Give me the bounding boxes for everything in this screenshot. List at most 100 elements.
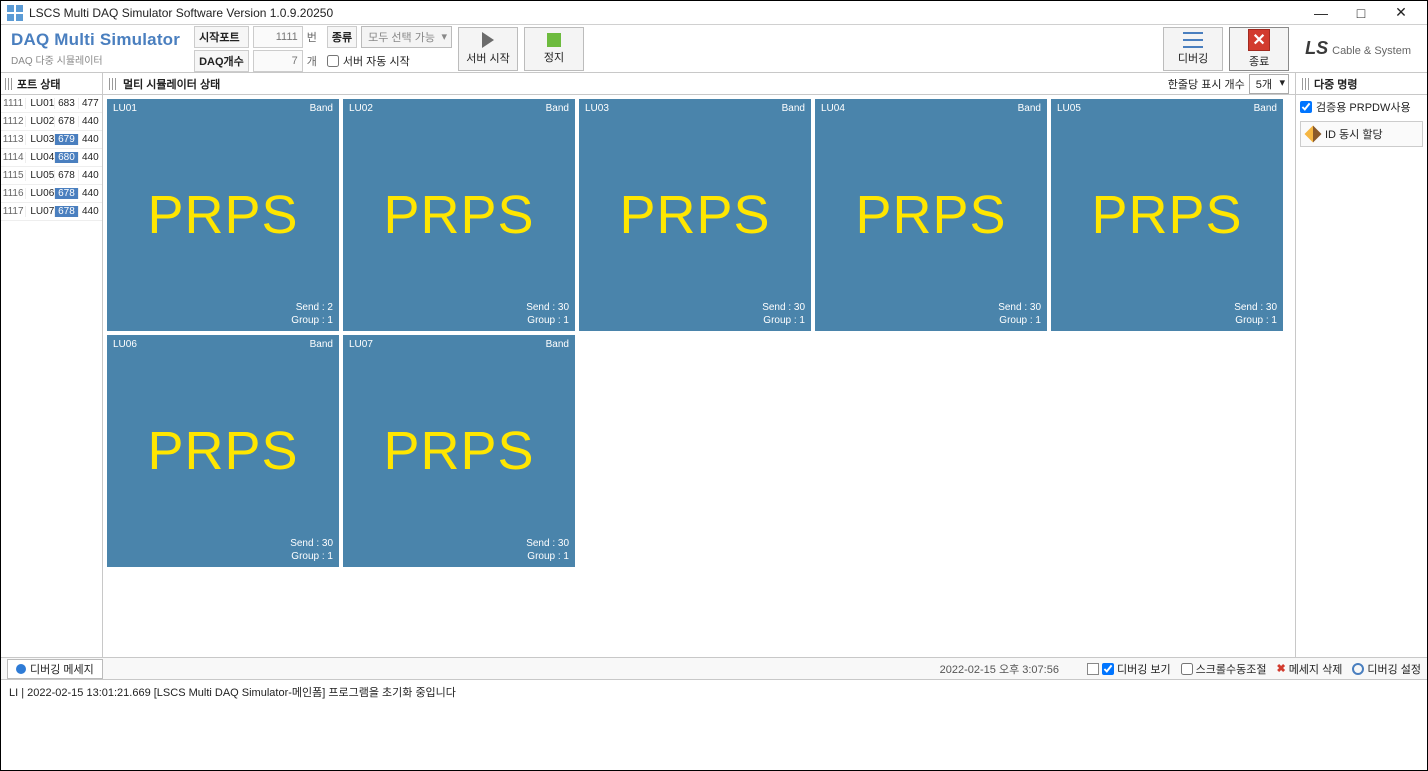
debug-settings-button[interactable]: 디버깅 설정: [1352, 661, 1421, 677]
title-bar: LSCS Multi DAQ Simulator Software Versio…: [1, 1, 1427, 25]
debug-show-checkbox[interactable]: [1102, 663, 1114, 675]
port-val1: 678: [55, 188, 78, 199]
debug-scroll-check[interactable]: 스크롤수동조절: [1181, 661, 1267, 677]
tile-band: Band: [310, 103, 333, 114]
debug-log[interactable]: LI | 2022-02-15 13:01:21.669 [LSCS Multi…: [1, 680, 1427, 770]
port-row[interactable]: 1112LU02678440: [1, 113, 102, 131]
use-prpdw-checkbox[interactable]: [1300, 101, 1312, 113]
simulator-tile[interactable]: LU05BandPRPSSend : 30Group : 1: [1051, 99, 1283, 331]
sim-status-header: 멀티 시뮬레이터 상태 한줄당 표시 개수 5개: [103, 73, 1295, 94]
server-autostart-check[interactable]: 서버 자동 시작: [327, 53, 452, 69]
play-icon: [482, 32, 494, 48]
delete-icon: ✖: [1276, 662, 1285, 675]
grid-icon: [1183, 32, 1203, 48]
simulator-tile[interactable]: LU01BandPRPSSend : 2Group : 1: [107, 99, 339, 331]
close-button[interactable]: ✕: [1381, 2, 1421, 24]
port-val2: 440: [79, 134, 102, 145]
tile-mode: PRPS: [383, 420, 534, 482]
column-headers: 포트 상태 멀티 시뮬레이터 상태 한줄당 표시 개수 5개 다중 명령: [1, 73, 1427, 95]
brand-subtitle: DAQ 다중 시뮬레이터: [11, 52, 180, 67]
maximize-button[interactable]: □: [1341, 2, 1381, 24]
debug-delete-label: 메세지 삭제: [1289, 661, 1343, 677]
server-start-button[interactable]: 서버 시작: [458, 27, 518, 71]
port-val2: 440: [79, 206, 102, 217]
debugging-button[interactable]: 디버깅: [1163, 27, 1223, 71]
simulator-tile[interactable]: LU04BandPRPSSend : 30Group : 1: [815, 99, 1047, 331]
debug-scroll-label: 스크롤수동조절: [1196, 661, 1267, 677]
start-port-unit: 번: [307, 29, 323, 45]
debug-show-label: 디버깅 보기: [1117, 661, 1171, 677]
tile-band: Band: [782, 103, 805, 114]
stop-icon: [547, 33, 561, 47]
multi-command-panel: 검증용 PRPDW사용 ID 동시 할당: [1295, 95, 1427, 657]
port-number: 1116: [1, 188, 26, 199]
simulator-tile[interactable]: LU02BandPRPSSend : 30Group : 1: [343, 99, 575, 331]
param-grid: 시작포트 1111 번 종류 모두 선택 가능 DAQ개수 7 개 서버 자동 …: [194, 26, 452, 72]
tile-stats: Send : 2Group : 1: [291, 301, 333, 327]
debug-show-check[interactable]: 디버깅 보기: [1087, 661, 1171, 677]
simulator-panel: LU01 Band PRPS Send : 2Group : 1 LU02 Band PRP…: [103, 95, 1295, 657]
minimize-button[interactable]: —: [1301, 2, 1341, 24]
exit-button[interactable]: ✕ 종료: [1229, 27, 1289, 71]
port-name: LU06: [26, 188, 55, 199]
assign-id-label: ID 동시 할당: [1325, 126, 1383, 142]
row-count-label: 한줄당 표시 개수: [1168, 76, 1245, 92]
tile-id: LU07: [349, 339, 373, 350]
start-port-label: 시작포트: [194, 26, 249, 48]
server-autostart-checkbox[interactable]: [327, 55, 339, 67]
port-val2: 440: [79, 170, 102, 181]
port-row[interactable]: 1114LU04680440: [1, 149, 102, 167]
port-val1: 680: [55, 152, 78, 163]
use-prpdw-check[interactable]: 검증용 PRPDW사용: [1300, 99, 1423, 115]
tile-band: Band: [546, 339, 569, 350]
debug-tab[interactable]: 디버깅 메세지: [7, 659, 103, 679]
port-val1: 678: [55, 170, 78, 181]
tile-id: LU02: [349, 103, 373, 114]
brand-block: DAQ Multi Simulator DAQ 다중 시뮬레이터: [7, 30, 188, 67]
multi-cmd-label: 다중 명령: [1314, 76, 1358, 92]
brand-title: DAQ Multi Simulator: [11, 30, 180, 50]
port-row[interactable]: 1117LU07678440: [1, 203, 102, 221]
tile-mode: PRPS: [383, 184, 534, 246]
ls-logo: LSCable & System: [1295, 38, 1421, 59]
tile-id: LU01: [113, 103, 137, 114]
port-row[interactable]: 1116LU06678440: [1, 185, 102, 203]
grip-icon[interactable]: [109, 78, 117, 90]
simulator-tile[interactable]: LU03BandPRPSSend : 30Group : 1: [579, 99, 811, 331]
debug-log-line: LI | 2022-02-15 13:01:21.669 [LSCS Multi…: [9, 684, 1419, 700]
port-val1: 679: [55, 134, 78, 145]
start-port-value[interactable]: 1111: [253, 26, 303, 48]
grip-icon[interactable]: [5, 78, 13, 90]
app-icon: [7, 5, 23, 21]
daq-count-value[interactable]: 7: [253, 50, 303, 72]
port-number: 1111: [1, 98, 26, 109]
row-count-combo[interactable]: 5개: [1249, 74, 1289, 94]
tile-stats: Send : 30Group : 1: [526, 537, 569, 563]
assign-id-button[interactable]: ID 동시 할당: [1300, 121, 1423, 147]
port-number: 1114: [1, 152, 26, 163]
stop-button[interactable]: 정지: [524, 27, 584, 71]
debug-tabbar: 디버깅 메세지 2022-02-15 오후 3:07:56 디버깅 보기 스크롤…: [1, 658, 1427, 680]
port-row[interactable]: 1113LU03679440: [1, 131, 102, 149]
tile-stats: Send : 30Group : 1: [1234, 301, 1277, 327]
tile-mode: PRPS: [855, 184, 1006, 246]
tile-stats: Send : 30Group : 1: [526, 301, 569, 327]
debug-timestamp: 2022-02-15 오후 3:07:56: [940, 661, 1059, 677]
debug-delete-button[interactable]: ✖ 메세지 삭제: [1276, 661, 1342, 677]
pencil-icon: [1305, 126, 1322, 143]
main-area: 1111LU016834771112LU026784401113LU036794…: [1, 95, 1427, 657]
port-number: 1112: [1, 116, 26, 127]
tile-band: Band: [1018, 103, 1041, 114]
port-number: 1113: [1, 134, 26, 145]
port-row[interactable]: 1115LU05678440: [1, 167, 102, 185]
grip-icon[interactable]: [1302, 78, 1310, 90]
type-combo[interactable]: 모두 선택 가능: [361, 26, 452, 48]
port-name: LU02: [26, 116, 55, 127]
tile-band: Band: [1254, 103, 1277, 114]
server-autostart-label: 서버 자동 시작: [343, 53, 410, 69]
tile-id: LU06: [113, 339, 137, 350]
simulator-tile[interactable]: LU06BandPRPSSend : 30Group : 1: [107, 335, 339, 567]
debug-scroll-checkbox[interactable]: [1181, 663, 1193, 675]
simulator-tile[interactable]: LU07 Band PRPS Send : 30Group : 1: [343, 335, 575, 567]
port-row[interactable]: 1111LU01683477: [1, 95, 102, 113]
